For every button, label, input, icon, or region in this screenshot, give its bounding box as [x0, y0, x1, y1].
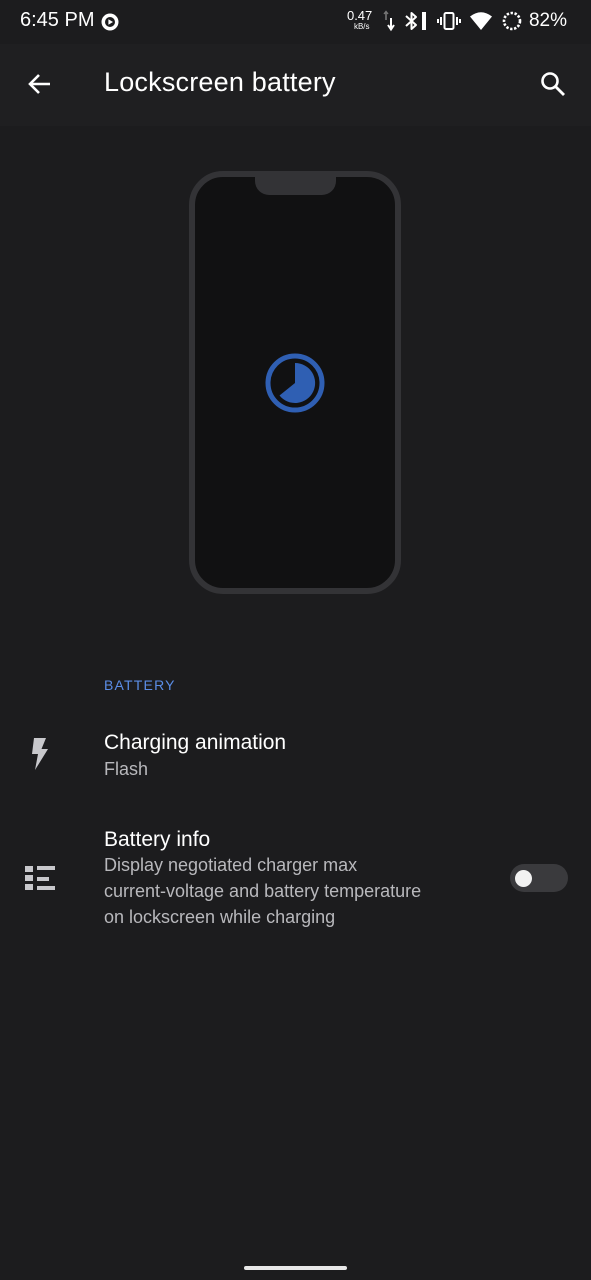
- cast-icon: [101, 13, 119, 31]
- battery-ring-icon: [502, 11, 522, 31]
- gesture-nav-handle[interactable]: [244, 1266, 347, 1270]
- search-button[interactable]: [533, 64, 573, 104]
- wifi-icon: [469, 12, 492, 30]
- status-icons: 0.47 kB/s 82%: [339, 8, 567, 34]
- net-speed-unit: kB/s: [353, 22, 370, 31]
- search-icon: [541, 72, 565, 96]
- vibrate-icon: [436, 12, 461, 30]
- battery-percent: 82%: [528, 10, 567, 31]
- battery-info-summary-line-1: Display negotiated charger max: [104, 855, 358, 875]
- arrow-back-icon: [28, 74, 50, 94]
- bluetooth-icon: [405, 12, 426, 30]
- page-title: Lockscreen battery: [104, 67, 336, 97]
- flash-icon: [22, 736, 58, 772]
- app-bar: Lockscreen battery: [0, 44, 591, 126]
- toggle-thumb: [515, 870, 532, 887]
- net-speed-value: 0.47: [346, 8, 373, 23]
- battery-info-summary-line-2: current-voltage and battery temperature: [104, 881, 422, 901]
- charging-animation-preference[interactable]: Charging animation Flash: [0, 712, 591, 800]
- charging-animation-title: Charging animation: [104, 731, 287, 754]
- network-activity-indicator: 0.47 kB/s: [347, 8, 375, 34]
- charging-progress-icon: [265, 353, 325, 413]
- phone-notch: [255, 171, 336, 195]
- network-activity-icon: [383, 10, 395, 32]
- list-icon: [22, 860, 58, 896]
- status-bar: 6:45 PM 0.47 kB/s 82%: [0, 0, 591, 44]
- battery-info-summary-line-3: on lockscreen while charging: [104, 907, 336, 927]
- status-time: 6:45 PM: [20, 9, 95, 31]
- charging-animation-summary: Flash: [104, 759, 149, 779]
- battery-info-preference[interactable]: Battery info Display negotiated charger …: [0, 810, 591, 950]
- battery-info-toggle[interactable]: [510, 864, 568, 892]
- battery-info-title: Battery info: [104, 828, 211, 851]
- back-button[interactable]: [20, 64, 60, 104]
- section-header-battery: BATTERY: [104, 677, 176, 693]
- settings-screen: 6:45 PM 0.47 kB/s 82% Lockscreen battery…: [0, 0, 591, 1280]
